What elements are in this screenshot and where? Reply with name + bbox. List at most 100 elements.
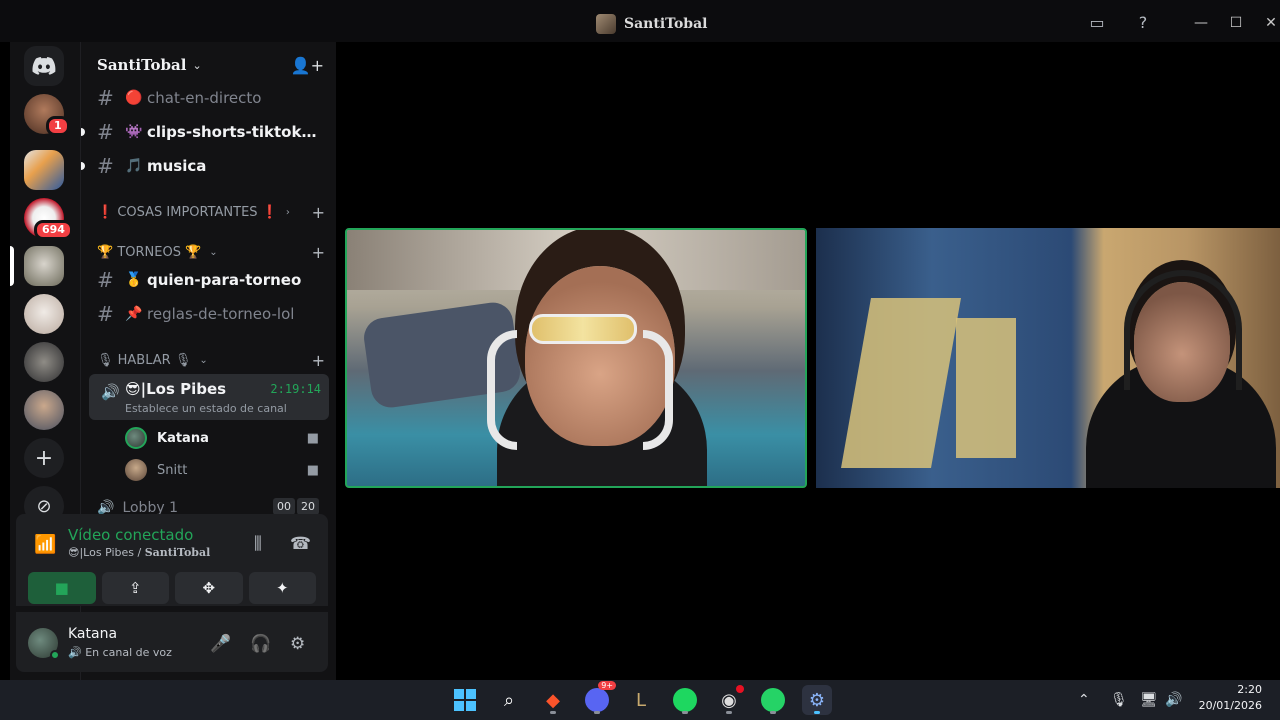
disconnect-icon[interactable]: ☎ [290,534,311,554]
mention-badge: 694 [34,220,73,240]
user-status: 🔊 En canal de voz [68,646,172,659]
selected-server-pill [10,246,14,286]
server-icon-santitobal[interactable] [24,246,64,286]
clock-date: 20/01/2026 [1198,699,1262,712]
screen-share-button[interactable]: ⇪ [101,572,169,604]
volume-icon[interactable]: 🔊 [1165,692,1182,708]
hashtag-icon: # [97,268,114,292]
video-sunglasses [529,314,637,344]
avatar [125,427,147,449]
video-flag-letter [956,318,1016,458]
video-tile-speaking[interactable] [345,228,807,488]
channel-musica[interactable]: # 🎵 musica [81,150,329,182]
whatsapp-logo-icon [761,688,785,712]
close-button[interactable]: ✕ [1256,12,1280,34]
notification-badge: 9+ [598,681,616,690]
search-icon[interactable]: ⌕ [494,685,524,715]
soundboard-button[interactable]: ✦ [248,572,316,604]
channel-emoji: 🎵 [125,158,143,174]
video-headphone-right [643,330,673,450]
add-server-button[interactable]: + [24,438,64,478]
chevron-down-icon: ⌄ [199,354,208,366]
voice-channel-los-pibes[interactable]: 🔊 😎|Los Pibes 2:19:14 Establece un estad… [89,374,329,420]
channel-emoji: 📌 [125,306,143,322]
signal-icon[interactable]: 📶 [34,534,56,555]
chevron-down-icon: ⌄ [192,58,202,72]
voice-member-katana[interactable]: Katana ■ [125,424,325,452]
channel-clips[interactable]: # 👾 clips-shorts-tiktok-r... [81,116,329,148]
speaker-icon: 🔊 [68,646,82,659]
invite-people-icon[interactable]: 👤+ [291,56,324,75]
microphone-icon[interactable]: 🎤 [210,634,231,654]
hashtag-icon: # [97,154,114,178]
camera-button[interactable]: ■ [28,572,96,604]
clock-time: 2:20 [1237,683,1262,696]
discord-home-button[interactable] [24,46,64,86]
voice-member-snitt[interactable]: Snitt ■ [125,456,325,484]
microphone-tray-icon[interactable]: 🎙 [1110,692,1128,708]
settings-app-icon[interactable]: ⚙ [802,685,832,715]
connection-channel[interactable]: 😎|Los Pibes / SantiTobal [68,546,210,559]
brave-browser-icon[interactable]: ◆ [538,685,568,715]
server-icon-5[interactable] [24,294,64,334]
server-avatar [596,14,616,34]
discord-logo-icon [585,688,609,712]
minimize-button[interactable]: — [1186,12,1216,34]
create-channel-icon[interactable]: + [312,243,325,262]
noise-suppression-icon[interactable]: ⫼ [254,534,262,554]
unread-indicator [81,162,85,170]
running-indicator [550,711,556,714]
discord-logo-icon [32,57,56,75]
video-headset [1124,270,1242,390]
network-icon[interactable]: 🖥 [1140,692,1158,708]
video-tile[interactable] [816,228,1280,488]
channel-label: chat-en-directo [147,89,262,107]
video-camera-icon: ■ [306,462,319,478]
running-indicator [682,711,688,714]
connection-channel-label: 😎|Los Pibes / [68,546,145,559]
server-icon-2[interactable] [24,150,64,190]
speaker-icon: 🔊 [101,383,120,401]
system-clock[interactable]: 2:20 20/01/2026 [1199,682,1262,714]
headphones-icon[interactable]: 🎧 [250,634,271,654]
whatsapp-icon[interactable] [758,685,788,715]
user-limit: 20 [297,498,319,515]
voice-channel-label: 😎|Los Pibes [125,380,227,398]
video-headphone-left [487,330,517,450]
spotify-icon[interactable] [670,685,700,715]
category-label: 🎙 HABLAR 🎙 [97,352,192,368]
category-torneos[interactable]: 🏆 TORNEOS 🏆 ⌄ + [97,242,329,262]
league-of-legends-icon[interactable]: L [626,685,656,715]
server-icon-6[interactable] [24,342,64,382]
help-icon[interactable]: ? [1133,14,1153,32]
create-channel-icon[interactable]: + [312,203,325,222]
set-channel-status[interactable]: Establece un estado de canal [125,402,287,415]
rtc-action-bar: ■ ⇪ ✥ ✦ [28,572,316,604]
inbox-icon[interactable]: ▭ [1087,14,1107,32]
channel-chat-en-directo[interactable]: # 🔴 chat-en-directo [89,82,329,114]
obs-studio-icon[interactable]: ◉ [714,685,744,715]
show-hidden-icons[interactable]: ⌃ [1078,692,1090,708]
settings-gear-icon[interactable]: ⚙ [290,634,305,654]
video-flag-letter [841,298,961,468]
windows-start-icon[interactable] [450,685,480,715]
create-channel-icon[interactable]: + [312,351,325,370]
server-icon-7[interactable] [24,390,64,430]
channel-label: clips-shorts-tiktok-r... [147,123,322,141]
avatar [125,459,147,481]
activities-button[interactable]: ✥ [175,572,243,604]
category-hablar[interactable]: 🎙 HABLAR 🎙 ⌄ + [97,350,329,370]
running-indicator [814,711,820,714]
video-camera-icon: ■ [306,430,319,446]
user-panel: Katana 🔊 En canal de voz 🎤 🎧 ⚙ [16,612,328,672]
username[interactable]: Katana [68,626,117,642]
user-limit-badge: 00 20 [273,498,319,515]
member-name: Katana [157,430,209,446]
maximize-button[interactable]: ☐ [1221,12,1251,34]
window-title: SantiTobal [596,14,707,34]
category-cosas-importantes[interactable]: ❗ COSAS IMPORTANTES ❗ › + [97,202,329,222]
chevron-right-icon: › [285,206,290,218]
channel-quien-para-torneo[interactable]: # 🥇 quien-para-torneo [89,264,329,296]
discord-taskbar-icon[interactable]: 9+ [582,681,616,715]
channel-reglas-de-torneo-lol[interactable]: # 📌 reglas-de-torneo-lol [89,298,329,330]
